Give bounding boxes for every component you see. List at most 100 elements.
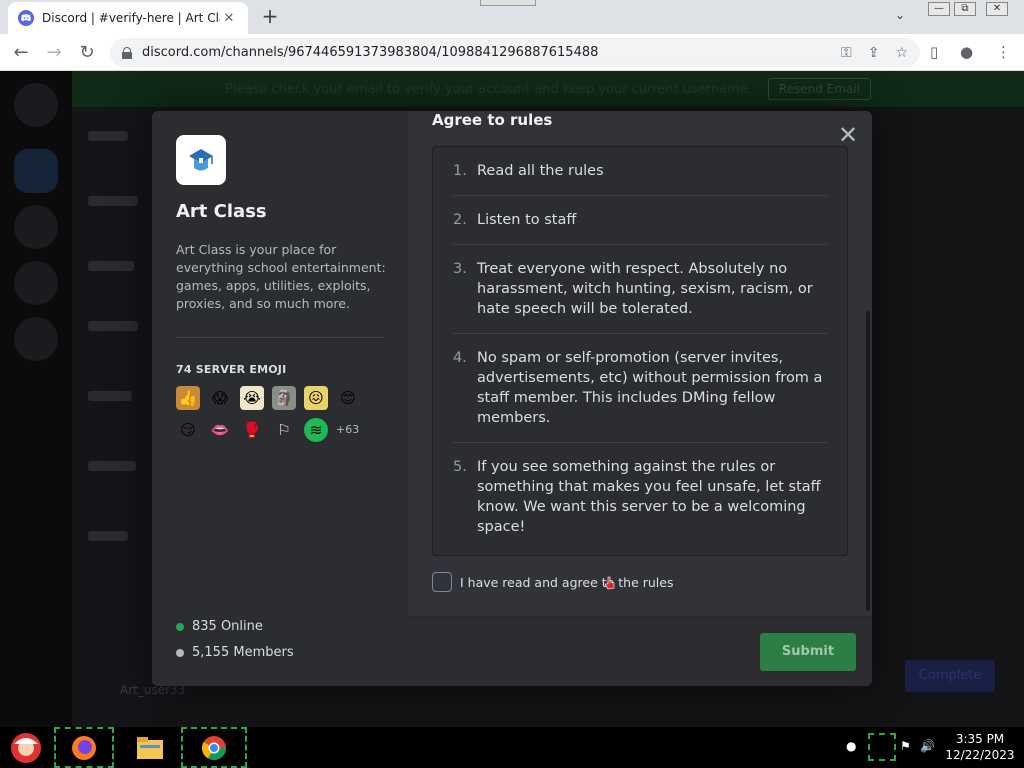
emoji-heading: 74 SERVER EMOJI (176, 363, 287, 376)
submit-button[interactable]: Submit (760, 633, 856, 671)
server-icon[interactable] (14, 261, 58, 305)
member-count: 5,155 Members (176, 645, 294, 660)
key-icon[interactable]: ⚿ (841, 45, 852, 61)
notice-text: Please check your email to verify your a… (225, 81, 752, 97)
tab-title: Discord | #verify-here | Art Class (42, 11, 220, 25)
rule-item: 1. Read all the rules (453, 147, 827, 196)
tab-search-icon[interactable]: ⌄ (895, 8, 905, 22)
complete-button[interactable]: Complete (905, 660, 995, 692)
rule-item: 5. If you see something against the rule… (453, 443, 827, 551)
star-icon[interactable]: ☆ (895, 45, 908, 61)
emoji-grid: 👍 😱 😭 🗿 😖 😊 😏 👄 🥊 ⚐ ≋ +63 (176, 386, 376, 450)
email-verify-notice: Please check your email to verify your a… (72, 71, 1024, 107)
agree-label[interactable]: I have read and agree to the rules (460, 575, 673, 590)
emoji-scream-icon: 😱 (208, 386, 232, 410)
tab-close-icon[interactable]: ✕ (220, 11, 238, 26)
channel-item[interactable] (88, 461, 136, 471)
emoji-flag-icon: ⚐ (272, 418, 296, 442)
start-button[interactable] (0, 727, 52, 768)
server-info-panel: Art Class Art Class is your place for ev… (152, 111, 408, 686)
rule-item: 2. Listen to staff (453, 196, 827, 245)
rule-number: 4. (453, 350, 467, 366)
resend-email-button[interactable]: Resend Email (767, 78, 871, 100)
address-bar[interactable]: discord.com/channels/967446591373983804/… (110, 38, 920, 67)
online-text: 835 Online (192, 619, 263, 634)
channel-item[interactable] (88, 391, 132, 401)
emoji-anime-icon: 😖 (304, 386, 328, 410)
server-rail (0, 71, 72, 727)
volume-icon[interactable]: 🔊 (920, 739, 935, 753)
rule-text: Read all the rules (477, 163, 604, 179)
back-icon[interactable]: ← (8, 40, 34, 66)
rule-text: No spam or self-promotion (server invite… (477, 350, 823, 426)
divider (176, 337, 384, 338)
profile-icon[interactable]: ● (960, 43, 973, 61)
server-description: Art Class is your place for everything s… (176, 242, 386, 311)
rules-list[interactable]: 1. Read all the rules 2. Listen to staff… (432, 146, 848, 556)
emoji-smile-icon: 😊 (336, 386, 360, 410)
emoji-boxing-icon: 🥊 (240, 418, 264, 442)
rule-number: 1. (453, 163, 467, 179)
channel-item[interactable] (88, 531, 128, 541)
member-dot-icon (176, 648, 184, 657)
channel-item[interactable] (88, 261, 134, 271)
clock-time: 3:35 PM (955, 732, 1005, 746)
rule-number: 3. (453, 261, 467, 277)
emoji-thumbs-icon: 👍 (176, 386, 200, 410)
agree-checkbox-row[interactable]: I have read and agree to the rules (432, 572, 673, 592)
channel-item[interactable] (88, 196, 138, 206)
discord-icon (18, 10, 34, 26)
folder-icon (137, 736, 163, 759)
firefox-taskbar-button[interactable] (54, 727, 114, 768)
new-tab-button[interactable]: + (258, 4, 282, 28)
forward-icon[interactable]: → (41, 40, 67, 66)
window-close-button[interactable]: ✕ (986, 2, 1008, 16)
browser-tab-bar: Discord | #verify-here | Art Class ✕ + ⌄… (0, 0, 1024, 34)
rules-panel: Agree to rules ✕ 1. Read all the rules 2… (408, 111, 872, 686)
file-explorer-button[interactable] (130, 727, 170, 768)
modal-footer: Submit (408, 616, 872, 686)
rule-text: Treat everyone with respect. Absolutely … (477, 261, 813, 317)
url-text: discord.com/channels/967446591373983804/… (142, 45, 599, 60)
close-icon[interactable]: ✕ (836, 123, 860, 147)
rule-item: 3. Treat everyone with respect. Absolute… (453, 245, 827, 334)
emoji-trollface-icon: 😏 (176, 418, 200, 442)
server-icon[interactable] (14, 317, 58, 361)
channel-item[interactable] (88, 131, 128, 141)
agree-checkbox[interactable] (432, 572, 452, 592)
clock[interactable]: 3:35 PM 12/22/2023 (942, 731, 1018, 763)
emoji-crying-icon: 😭 (240, 386, 264, 410)
chrome-taskbar-button[interactable] (181, 727, 247, 768)
minimize-button[interactable]: — (928, 2, 950, 16)
start-icon (11, 732, 41, 763)
share-icon[interactable]: ⇪ (868, 45, 880, 61)
restore-button[interactable]: ⧉ (954, 2, 976, 16)
taskbar: ● ⚑ 🔊 3:35 PM 12/22/2023 (0, 727, 1024, 768)
server-logo-icon (176, 135, 226, 185)
server-icon[interactable] (14, 205, 58, 249)
lock-icon (122, 46, 132, 59)
home-icon[interactable] (14, 83, 58, 127)
flag-icon[interactable]: ⚑ (900, 739, 911, 753)
server-icon-art-class[interactable] (14, 149, 58, 193)
tray-app-icon[interactable] (868, 733, 896, 761)
emoji-lips-icon: 👄 (208, 418, 232, 442)
menu-icon[interactable]: ⋮ (996, 43, 1011, 61)
reload-icon[interactable]: ↻ (74, 40, 100, 66)
rule-item: 4. No spam or self-promotion (server inv… (453, 334, 827, 443)
rule-text: If you see something against the rules o… (477, 459, 821, 535)
channel-item[interactable] (88, 321, 138, 331)
browser-tab[interactable]: Discord | #verify-here | Art Class ✕ (8, 2, 248, 34)
rule-text: Listen to staff (477, 212, 577, 228)
rules-screening-modal: Art Class Art Class is your place for ev… (152, 111, 872, 686)
chrome-icon (201, 735, 226, 760)
scrollbar[interactable] (866, 311, 870, 611)
firefox-icon (72, 735, 96, 760)
online-dot-icon (176, 622, 184, 631)
members-text: 5,155 Members (192, 645, 294, 660)
rule-number: 5. (453, 459, 467, 475)
side-panel-icon[interactable]: ▯ (930, 43, 938, 61)
window-drag-handle[interactable] (480, 0, 536, 6)
emoji-face-icon: 🗿 (272, 386, 296, 410)
channel-list (72, 71, 152, 727)
